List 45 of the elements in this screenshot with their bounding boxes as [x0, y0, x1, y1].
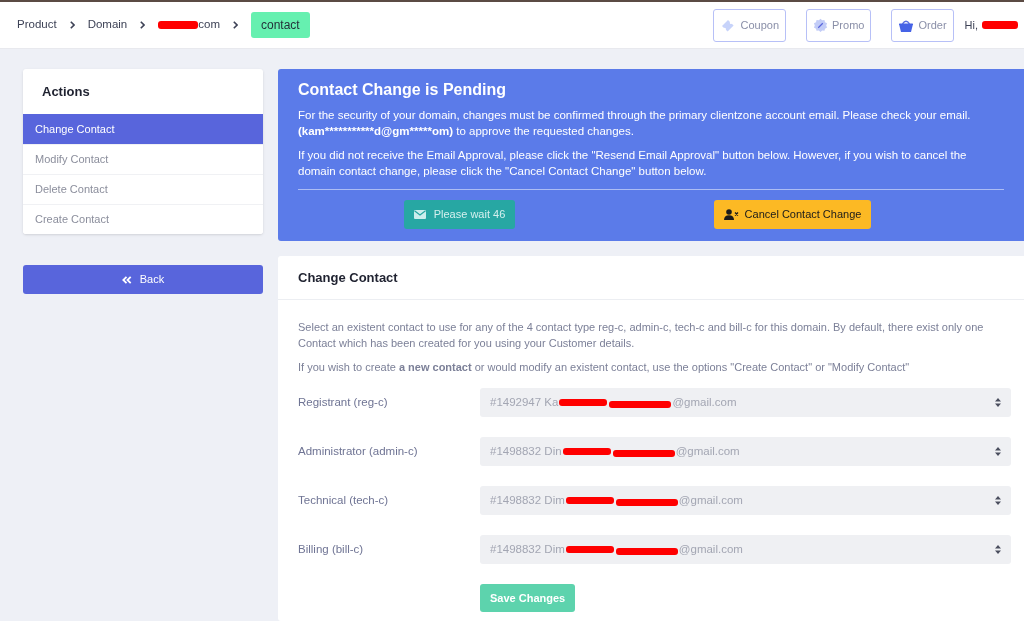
order-button[interactable]: Order	[891, 8, 954, 42]
sidebar-item[interactable]: Delete Contact	[23, 174, 263, 204]
help-text: If you wish to create a new contact or would modify an existent contact, use the options "Create Contact" or "Modify Contact"	[298, 360, 911, 375]
sidebar-item[interactable]: Modify Contact	[23, 144, 263, 174]
promo-button[interactable]: Promo	[806, 8, 872, 42]
discount-badge-icon	[813, 17, 828, 33]
help-text: Select an existent contact to use for any of the 4 contact type reg-c, admin-c, tech-c and bill-c for this domain. By default, there exist only one Contact which has been created for you using your Customer details.	[298, 320, 985, 351]
coupon-button[interactable]: Coupon	[713, 8, 786, 42]
breadcrumb-link[interactable]: com	[158, 16, 220, 34]
contact-select[interactable]: #1492947 Ka @gmail.com	[480, 388, 1011, 417]
greeting-text: Hi,	[964, 17, 978, 33]
ticket-icon	[720, 17, 737, 33]
select-arrows-icon	[995, 447, 1001, 456]
field-label: Administrator (admin-c)	[298, 443, 419, 459]
sidebar-item[interactable]: Create Contact	[23, 204, 263, 234]
cancel-contact-change-button[interactable]: Cancel Contact Change	[713, 200, 872, 229]
card-title: Change Contact	[278, 256, 1024, 300]
user-x-icon	[723, 209, 739, 220]
select-arrows-icon	[995, 545, 1001, 554]
notice-text: For the security of your domain, changes must be confirmed through the primary clientzone account email. Please check your email. (kam***********d@gm*****om) to approve the requested changes.	[298, 108, 972, 139]
save-changes-button[interactable]: Save Changes	[480, 584, 576, 612]
select-arrows-icon	[995, 496, 1001, 505]
field-label: Technical (tech-c)	[298, 492, 390, 508]
chevron-right-icon	[140, 21, 146, 29]
contact-select[interactable]: #1498832 Dim @gmail.com	[480, 486, 1011, 515]
double-chevron-left-icon	[121, 275, 132, 284]
select-arrows-icon	[995, 398, 1001, 407]
contact-select[interactable]: #1498832 Din @gmail.com	[480, 437, 1011, 466]
contact-select[interactable]: #1498832 Dim @gmail.com	[480, 535, 1011, 564]
field-label: Billing (bill-c)	[298, 541, 365, 557]
sidebar-item[interactable]: Change Contact	[23, 114, 263, 144]
chevron-right-icon	[69, 21, 75, 29]
notice-text: If you did not receive the Email Approval, please click the "Resend Email Approval" button below. However, if you wish to cancel the domain contact change, please click the "Cancel Contact Change" button below.	[298, 148, 968, 179]
notice-title: Contact Change is Pending	[298, 80, 507, 100]
chevron-right-icon	[233, 21, 238, 29]
please-wait-button[interactable]: Please wait 46	[403, 200, 516, 229]
field-label: Registrant (reg-c)	[298, 394, 389, 410]
breadcrumb-link[interactable]: Domain	[87, 16, 128, 34]
back-button[interactable]: Back	[23, 265, 263, 294]
actions-title: Actions	[41, 82, 91, 101]
breadcrumb-current[interactable]: contact	[251, 12, 310, 38]
redaction-bar	[158, 21, 199, 29]
envelope-icon	[413, 210, 426, 219]
redaction-bar	[982, 21, 1018, 29]
breadcrumb-link[interactable]: Product	[17, 16, 57, 34]
